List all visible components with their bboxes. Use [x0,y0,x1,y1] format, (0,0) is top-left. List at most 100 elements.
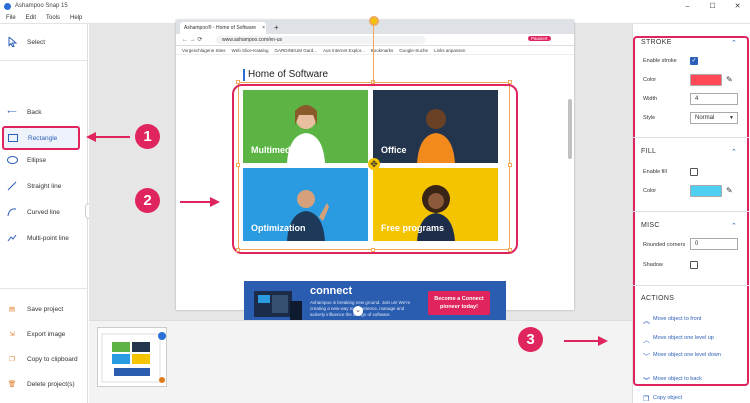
panel-divider [633,137,749,138]
sidebar-item-curved-line[interactable]: Curved line [0,204,88,220]
sidebar-item-back[interactable]: ⟵ Back [0,104,88,120]
copy-icon: ❐ [643,396,650,403]
devices-illustration [254,291,302,321]
chevron-up-icon[interactable]: ⌃ [731,148,737,156]
resize-handle[interactable] [236,248,240,252]
bookmarks-bar: Vorgeschlagene Sites Web Slice-Katalog G… [176,46,574,55]
rotate-handle[interactable] [369,16,379,26]
move-to-front-button[interactable]: ︽ Move object to front [643,316,701,326]
annotation-badge-1: 1 [135,124,160,149]
stroke-style-select[interactable]: Normal ▼ [690,112,738,124]
move-up-button[interactable]: ︿ Move object one level up [643,335,714,345]
sidebar-item-multi-point-line[interactable]: Multi-point line [0,230,88,246]
resize-handle[interactable] [508,80,512,84]
fill-color-label: Color [643,188,657,194]
browser-url: www.ashampoo.com/en-us [216,35,426,44]
stroke-color-label: Color [643,77,657,83]
resize-handle[interactable] [236,80,240,84]
enable-fill-label: Enable fill [643,169,667,175]
resize-handle[interactable] [371,248,375,252]
expand-down-icon[interactable]: ⌄ [353,306,363,316]
resize-handle[interactable] [508,163,512,167]
browser-tab-title: Ashampoo® - Home of Software [184,25,257,31]
close-button[interactable]: ✕ [725,0,750,12]
enable-fill-checkbox[interactable] [690,168,698,176]
export-image-button[interactable]: ⇲ Export image [0,326,88,342]
rotate-guide [373,26,374,84]
resize-handle[interactable] [508,248,512,252]
bookmark: Links anpassen [434,47,466,53]
copy-to-clipboard-button[interactable]: ❐ Copy to clipboard [0,351,88,367]
fill-color-swatch[interactable] [690,185,722,197]
actions-section-title: ACTIONS [641,295,675,302]
rounded-corners-label: Rounded corners [643,242,686,248]
maximize-button[interactable]: ☐ [700,0,725,12]
chevron-up-icon[interactable]: ⌃ [731,39,737,47]
curved-line-icon [6,206,18,218]
eyedropper-icon[interactable]: ✎ [726,75,733,84]
bookmark: Vorgeschlagene Sites [182,47,226,53]
sidebar-item-ellipse[interactable]: Ellipse [0,152,88,168]
bookmark: Bookmarks [370,47,394,53]
enable-stroke-label: Enable stroke [643,58,677,64]
window-controls: – ☐ ✕ [675,0,750,12]
stroke-color-swatch[interactable] [690,74,722,86]
page-title: Home of Software [242,69,329,81]
sidebar-action-label: Copy to clipboard [27,355,78,363]
title-bar: Ashampoo Snap 15 – ☐ ✕ [0,0,750,12]
project-thumbnail[interactable] [97,327,167,387]
browser-tab: Ashampoo® - Home of Software × [180,22,266,34]
move-handle-icon[interactable]: ✥ [368,158,380,170]
copy-object-button[interactable]: ❐ Copy object [643,395,682,403]
sidebar-action-label: Export image [27,330,66,338]
action-label: Move object to back [653,376,702,382]
rounded-corners-input[interactable]: 0 [690,238,738,250]
menu-help[interactable]: Help [70,15,82,21]
annotation-badge-2: 2 [135,188,160,213]
sidebar-action-label: Delete project(s) [27,380,75,388]
bookmark: GARDINEUM Gard... [274,47,317,53]
select-tool[interactable]: Select [0,34,88,50]
save-icon: ▤ [8,306,16,313]
page-scrollbar [568,99,572,159]
shadow-checkbox[interactable] [690,261,698,269]
action-label: Move object one level up [653,335,714,341]
sidebar-divider [0,60,88,61]
delete-project-button[interactable]: 🗑 Delete project(s) [0,376,88,392]
stroke-width-label: Width [643,96,658,102]
misc-section-title: MISC [641,222,660,229]
rectangle-icon [7,132,19,144]
cursor-icon [6,36,18,48]
sidebar-item-label: Straight line [27,182,62,190]
action-label: Move object to front [653,316,702,322]
move-to-back-button[interactable]: ︾ Move object to back [643,376,702,386]
double-chevron-down-icon: ︾ [643,378,650,385]
sidebar-item-label: Ellipse [27,156,47,164]
minimize-button[interactable]: – [675,0,700,12]
sidebar-item-straight-line[interactable]: Straight line [0,178,88,194]
sidebar-item-rectangle[interactable]: Rectangle [2,126,80,150]
move-down-button[interactable]: ﹀ Move object one level down [643,352,735,362]
resize-handle[interactable] [236,163,240,167]
stroke-style-label: Style [643,115,656,121]
window-title: Ashampoo Snap 15 [15,3,68,9]
clipboard-icon: ❐ [9,356,15,363]
chevron-down-icon: ﹀ [643,354,650,361]
eyedropper-icon[interactable]: ✎ [726,186,733,195]
menu-file[interactable]: File [6,15,16,21]
sidebar-item-label: Curved line [27,208,60,216]
bookmark: Web Slice-Katalog [231,47,269,53]
menu-tools[interactable]: Tools [46,15,60,21]
stroke-width-input[interactable]: 4 [690,93,738,105]
chevron-up-icon[interactable]: ⌃ [731,222,737,230]
connect-cta-button: Become a Connect pioneer today! [428,291,490,315]
enable-stroke-checkbox[interactable]: ✓ [690,57,698,65]
app-icon [4,2,11,10]
banner-text: Ashampoo is breaking new ground. Join us… [310,300,411,317]
new-tab-icon: + [274,22,279,32]
sidebar-action-label: Save project [27,305,64,313]
tab-close-icon: × [262,25,265,31]
stroke-section-title: STROKE [641,39,672,46]
menu-edit[interactable]: Edit [26,15,36,21]
save-project-button[interactable]: ▤ Save project [0,301,88,317]
